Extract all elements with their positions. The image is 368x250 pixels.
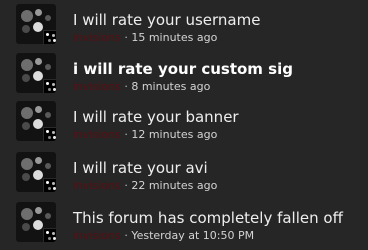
avatar-badge <box>43 228 56 242</box>
thread-meta: invisions · 8 minutes ago <box>73 80 210 94</box>
avatar-badge <box>43 127 56 141</box>
thread-title[interactable]: i will rate your custom sig <box>73 60 293 78</box>
meta-separator: · <box>124 179 128 192</box>
thread-meta: invisions · 12 minutes ago <box>73 128 217 142</box>
user-avatar[interactable] <box>16 53 56 93</box>
feed-item[interactable]: I will rate your avi invisions · 22 minu… <box>0 150 368 196</box>
user-avatar[interactable] <box>16 152 56 192</box>
activity-feed: I will rate your username invisions · 15… <box>0 0 368 250</box>
meta-separator: · <box>124 229 128 242</box>
feed-item[interactable]: I will rate your banner invisions · 12 m… <box>0 99 368 145</box>
avatar-badge <box>43 30 56 44</box>
user-avatar[interactable] <box>16 101 56 141</box>
thread-title[interactable]: This forum has completely fallen off <box>73 209 343 227</box>
author-link[interactable]: invisions <box>73 128 121 141</box>
timestamp: 22 minutes ago <box>131 179 218 192</box>
avatar-badge <box>43 178 56 192</box>
author-link[interactable]: invisions <box>73 229 121 242</box>
thread-meta: invisions · 22 minutes ago <box>73 179 217 193</box>
author-link[interactable]: invisions <box>73 80 121 93</box>
meta-separator: · <box>124 80 128 93</box>
thread-title[interactable]: I will rate your avi <box>73 159 208 177</box>
user-avatar[interactable] <box>16 202 56 242</box>
feed-item[interactable]: I will rate your username invisions · 15… <box>0 2 368 48</box>
timestamp: Yesterday at 10:50 PM <box>131 229 255 242</box>
meta-separator: · <box>124 31 128 44</box>
avatar-badge <box>43 79 56 93</box>
author-link[interactable]: invisions <box>73 31 121 44</box>
thread-meta: invisions · 15 minutes ago <box>73 31 217 45</box>
author-link[interactable]: invisions <box>73 179 121 192</box>
thread-meta: invisions · Yesterday at 10:50 PM <box>73 229 254 243</box>
thread-title[interactable]: I will rate your banner <box>73 108 239 126</box>
meta-separator: · <box>124 128 128 141</box>
timestamp: 8 minutes ago <box>131 80 211 93</box>
user-avatar[interactable] <box>16 4 56 44</box>
timestamp: 15 minutes ago <box>131 31 218 44</box>
timestamp: 12 minutes ago <box>131 128 218 141</box>
thread-title[interactable]: I will rate your username <box>73 11 260 29</box>
feed-item[interactable]: i will rate your custom sig invisions · … <box>0 51 368 97</box>
feed-item[interactable]: This forum has completely fallen off inv… <box>0 200 368 246</box>
